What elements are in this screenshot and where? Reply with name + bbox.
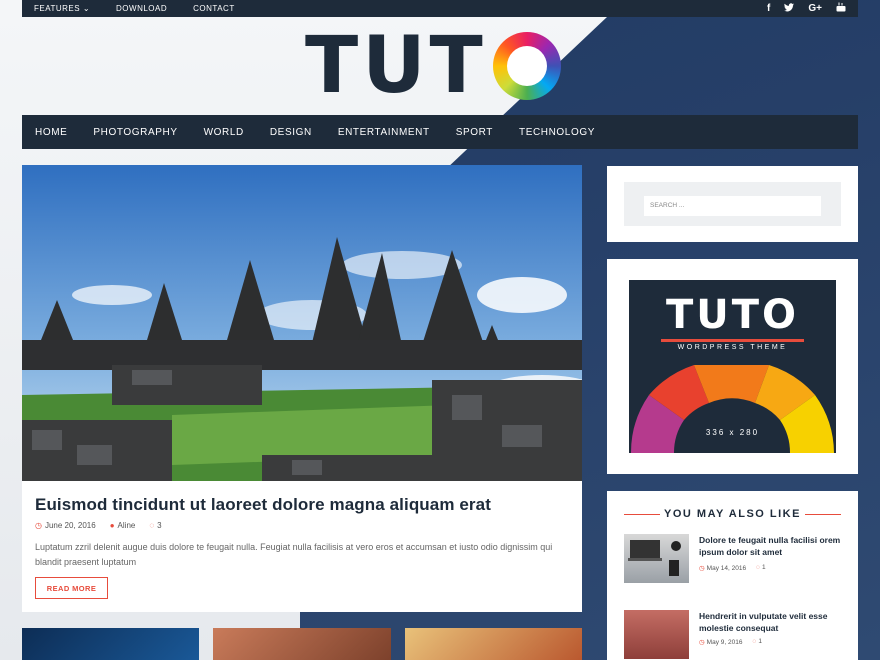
top-nav-features-label: FEATURES [34,4,81,13]
ad-title: TUTO [665,292,800,338]
featured-image[interactable] [22,165,582,481]
related-title[interactable]: Hendrerit in vulputate velit esse molest… [699,610,849,634]
clock-icon: ◷ [35,521,42,530]
list-item[interactable]: Dolore te feugait nulla facilisi orem ip… [624,534,844,586]
related-posts-widget: YOU MAY ALSO LIKE Dolore te feugait null… [607,491,858,660]
related-thumbnail[interactable] [624,610,689,659]
thumbnail-image[interactable] [404,628,582,660]
search-widget [607,166,858,242]
top-nav-contact[interactable]: CONTACT [193,4,235,13]
ad-size: 336 x 280 [705,428,760,437]
related-meta: ◷ May 9, 2016 ◌ 1 [699,638,762,646]
ad-widget: TUTO WORDPRESS THEME 336 x 280 [607,259,858,474]
top-nav-features[interactable]: FEATURES ⌄ [34,4,90,13]
related-comments[interactable]: ◌ 1 [752,638,762,646]
related-comments[interactable]: ◌ 1 [756,564,766,572]
list-item[interactable]: Hendrerit in vulputate velit esse molest… [624,610,844,660]
featured-post-meta: ◷ June 20, 2016 ● Aline ◌ 3 [35,521,162,530]
related-thumbnail[interactable] [624,534,689,583]
top-bar: FEATURES ⌄ DOWNLOAD CONTACT f G+ [22,0,858,17]
thumbnail-image[interactable] [22,628,200,660]
logo-text: TUT [305,21,487,111]
post-author-name: Aline [117,521,136,530]
related-meta: ◷ May 14, 2016 ◌ 1 [699,564,766,572]
clock-icon: ◷ [699,565,705,572]
youtube-icon[interactable] [836,2,846,15]
post-comments[interactable]: ◌ 3 [149,521,161,530]
comment-icon: ◌ [752,638,757,645]
comment-icon: ◌ [149,521,155,530]
post-date: ◷ June 20, 2016 [35,521,96,530]
thumbnail-image[interactable] [213,628,391,660]
related-comments-count: 1 [758,638,762,645]
color-wheel-icon [492,32,561,100]
featured-post: Euismod tincidunt ut laoreet dolore magn… [22,165,582,612]
search-input[interactable] [644,195,821,216]
related-date-value: May 14, 2016 [706,565,747,572]
nav-item-design[interactable]: DESIGN [270,127,312,138]
top-nav-download[interactable]: DOWNLOAD [116,4,167,13]
heading-line [805,514,841,515]
search-box [624,182,841,226]
nav-item-home[interactable]: HOME [35,127,67,138]
ad-divider [661,339,804,342]
related-date: ◷ May 14, 2016 [699,564,746,572]
comment-icon: ◌ [756,564,760,571]
facebook-icon[interactable]: f [767,3,770,14]
social-links: f G+ [767,2,846,15]
google-plus-icon[interactable]: G+ [808,3,822,14]
top-nav: FEATURES ⌄ DOWNLOAD CONTACT [34,4,235,13]
related-comments-count: 1 [761,564,766,571]
read-more-button[interactable]: READ MORE [35,577,108,599]
user-icon: ● [109,521,115,530]
post-thumbnails [22,628,582,660]
nav-item-sport[interactable]: SPORT [456,127,493,138]
related-title[interactable]: Dolore te feugait nulla facilisi orem ip… [699,534,849,558]
post-comments-count: 3 [157,521,162,530]
clock-icon: ◷ [699,639,705,646]
nav-item-technology[interactable]: TECHNOLOGY [519,127,595,138]
featured-post-title[interactable]: Euismod tincidunt ut laoreet dolore magn… [35,495,491,515]
related-date: ◷ May 9, 2016 [699,638,742,646]
main-nav: HOME PHOTOGRAPHY WORLD DESIGN ENTERTAINM… [22,115,858,149]
post-author[interactable]: ● Aline [110,521,136,530]
post-date-value: June 20, 2016 [44,521,96,530]
related-date-value: May 9, 2016 [706,639,743,646]
ad-subtitle: WORDPRESS THEME [677,344,788,351]
nav-item-entertainment[interactable]: ENTERTAINMENT [338,127,430,138]
twitter-icon[interactable] [784,2,795,15]
nav-item-photography[interactable]: PHOTOGRAPHY [93,127,177,138]
ad-banner[interactable]: TUTO WORDPRESS THEME 336 x 280 [629,280,836,453]
chevron-down-icon: ⌄ [82,4,91,13]
site-logo[interactable]: TUT [305,26,561,106]
featured-post-excerpt: Luptatum zzril delenit augue duis dolore… [35,542,553,567]
gauge-graphic [630,365,834,453]
nav-item-world[interactable]: WORLD [204,127,244,138]
